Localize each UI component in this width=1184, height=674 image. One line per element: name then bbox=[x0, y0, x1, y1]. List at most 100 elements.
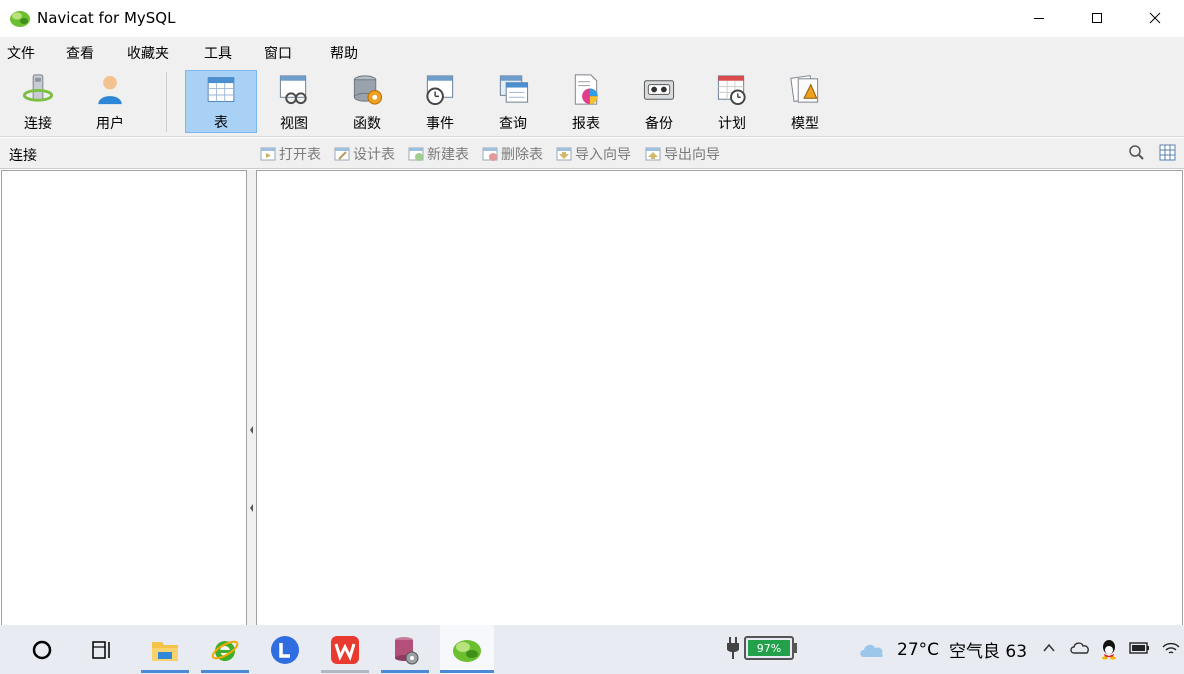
toolbar-event-button[interactable]: 事件 bbox=[404, 70, 476, 133]
cloud-icon bbox=[860, 644, 883, 657]
toolbar-backup-button[interactable]: 备份 bbox=[623, 70, 695, 133]
toolbar-view-button[interactable]: 视图 bbox=[258, 70, 330, 133]
navicat-logo-icon bbox=[10, 11, 30, 27]
toolbar-label: 报表 bbox=[572, 116, 600, 132]
database-tool-button[interactable] bbox=[381, 625, 429, 674]
delete-table-icon bbox=[482, 147, 498, 161]
table-icon bbox=[207, 77, 235, 102]
export-wizard-icon bbox=[645, 147, 661, 161]
navicat-taskbar-button[interactable] bbox=[440, 625, 494, 674]
user-icon bbox=[98, 75, 122, 105]
database-tool-icon bbox=[395, 636, 419, 664]
running-indicator bbox=[381, 670, 429, 673]
toolbar-label: 表 bbox=[214, 115, 228, 131]
task-view-icon bbox=[92, 640, 110, 659]
pane-splitter[interactable] bbox=[247, 170, 256, 626]
toolbar-report-button[interactable]: 报表 bbox=[550, 70, 622, 133]
window-controls bbox=[1010, 0, 1184, 36]
file-explorer-icon bbox=[152, 641, 178, 661]
task-view-button[interactable] bbox=[78, 625, 126, 674]
backup-icon bbox=[643, 80, 675, 100]
toolbar-divider bbox=[166, 72, 167, 132]
main-toolbar: 连接 用户 表 视图 函数 事件 查询 报表 备份 计划 模型 bbox=[0, 67, 1184, 137]
toolbar-label: 连接 bbox=[24, 116, 52, 132]
menu-help[interactable]: 帮助 bbox=[330, 43, 358, 63]
toolbar-table-button[interactable]: 表 bbox=[185, 70, 257, 133]
title-bar: Navicat for MySQL bbox=[0, 0, 1184, 36]
toolbar-label: 备份 bbox=[645, 116, 673, 132]
windows-taskbar: 97% 27°C 空气良 63 bbox=[0, 625, 1184, 674]
design-table-label: 设计表 bbox=[353, 147, 395, 163]
close-icon bbox=[1149, 12, 1161, 24]
export-wizard-label: 导出向导 bbox=[664, 147, 720, 163]
open-table-icon bbox=[260, 147, 276, 161]
menu-favorites[interactable]: 收藏夹 bbox=[127, 43, 169, 63]
new-table-button[interactable]: 新建表 bbox=[408, 144, 469, 164]
lark-app-icon bbox=[271, 635, 299, 664]
toolbar-label: 模型 bbox=[791, 116, 819, 132]
battery-level: 97% bbox=[748, 640, 790, 656]
internet-explorer-icon bbox=[211, 640, 239, 661]
file-explorer-button[interactable] bbox=[141, 625, 189, 674]
toolbar-label: 用户 bbox=[96, 116, 124, 132]
connection-tree-pane[interactable] bbox=[1, 170, 247, 626]
toolbar-schedule-button[interactable]: 计划 bbox=[696, 70, 768, 133]
toolbar-model-button[interactable]: 模型 bbox=[769, 70, 841, 133]
open-table-button[interactable]: 打开表 bbox=[260, 144, 321, 164]
delete-table-label: 删除表 bbox=[501, 147, 543, 163]
battery-tip bbox=[794, 643, 797, 653]
import-wizard-button[interactable]: 导入向导 bbox=[556, 144, 631, 164]
object-toolbar: 连接 打开表 设计表 新建表 删除表 导入向导 导出向导 bbox=[0, 138, 1184, 169]
wifi-icon[interactable] bbox=[1161, 639, 1181, 657]
query-icon bbox=[499, 75, 529, 103]
import-wizard-icon bbox=[556, 147, 572, 161]
design-table-button[interactable]: 设计表 bbox=[334, 144, 395, 164]
object-list-pane[interactable] bbox=[256, 170, 1183, 626]
menu-file[interactable]: 文件 bbox=[7, 43, 35, 63]
air-quality: 空气良 63 bbox=[949, 642, 1028, 662]
power-plug-icon bbox=[727, 637, 739, 659]
collapse-right-icon[interactable] bbox=[248, 501, 255, 515]
export-wizard-button[interactable]: 导出向导 bbox=[645, 144, 720, 164]
cortana-button[interactable] bbox=[18, 625, 66, 674]
running-indicator bbox=[321, 670, 369, 673]
qq-icon[interactable] bbox=[1100, 638, 1118, 660]
schedule-icon bbox=[717, 75, 746, 106]
maximize-button[interactable] bbox=[1068, 0, 1126, 36]
import-wizard-label: 导入向导 bbox=[575, 147, 631, 163]
show-hidden-icons-icon[interactable] bbox=[1042, 642, 1056, 654]
connection-pane-header: 连接 bbox=[9, 148, 37, 164]
lark-app-button[interactable] bbox=[261, 625, 309, 674]
grid-view-icon[interactable] bbox=[1159, 144, 1176, 161]
function-icon bbox=[353, 75, 383, 105]
cortana-icon bbox=[32, 640, 52, 659]
window-title: Navicat for MySQL bbox=[37, 9, 176, 27]
minimize-button[interactable] bbox=[1010, 0, 1068, 36]
toolbar-connection-button[interactable]: 连接 bbox=[2, 70, 74, 133]
internet-explorer-button[interactable] bbox=[201, 625, 249, 674]
search-icon[interactable] bbox=[1128, 144, 1145, 161]
minimize-icon bbox=[1034, 18, 1044, 19]
toolbar-label: 查询 bbox=[499, 116, 527, 132]
collapse-left-icon[interactable] bbox=[248, 423, 255, 437]
menu-view[interactable]: 查看 bbox=[66, 43, 94, 63]
delete-table-button[interactable]: 删除表 bbox=[482, 144, 543, 164]
connection-icon bbox=[22, 74, 54, 102]
wps-icon bbox=[331, 635, 359, 664]
close-button[interactable] bbox=[1126, 0, 1184, 36]
toolbar-label: 视图 bbox=[280, 116, 308, 132]
onedrive-icon[interactable] bbox=[1069, 641, 1091, 655]
weather-widget[interactable]: 27°C 空气良 63 bbox=[858, 637, 1027, 662]
battery-indicator[interactable]: 97% bbox=[726, 636, 797, 660]
report-icon bbox=[574, 74, 598, 105]
open-table-label: 打开表 bbox=[279, 147, 321, 163]
menu-window[interactable]: 窗口 bbox=[264, 43, 292, 63]
menu-tools[interactable]: 工具 bbox=[204, 43, 232, 63]
wps-button[interactable] bbox=[321, 625, 369, 674]
new-table-icon bbox=[408, 147, 424, 161]
battery-tray-icon[interactable] bbox=[1129, 641, 1151, 655]
toolbar-user-button[interactable]: 用户 bbox=[74, 70, 146, 133]
toolbar-function-button[interactable]: 函数 bbox=[331, 70, 403, 133]
toolbar-query-button[interactable]: 查询 bbox=[477, 70, 549, 133]
view-icon bbox=[279, 75, 307, 105]
